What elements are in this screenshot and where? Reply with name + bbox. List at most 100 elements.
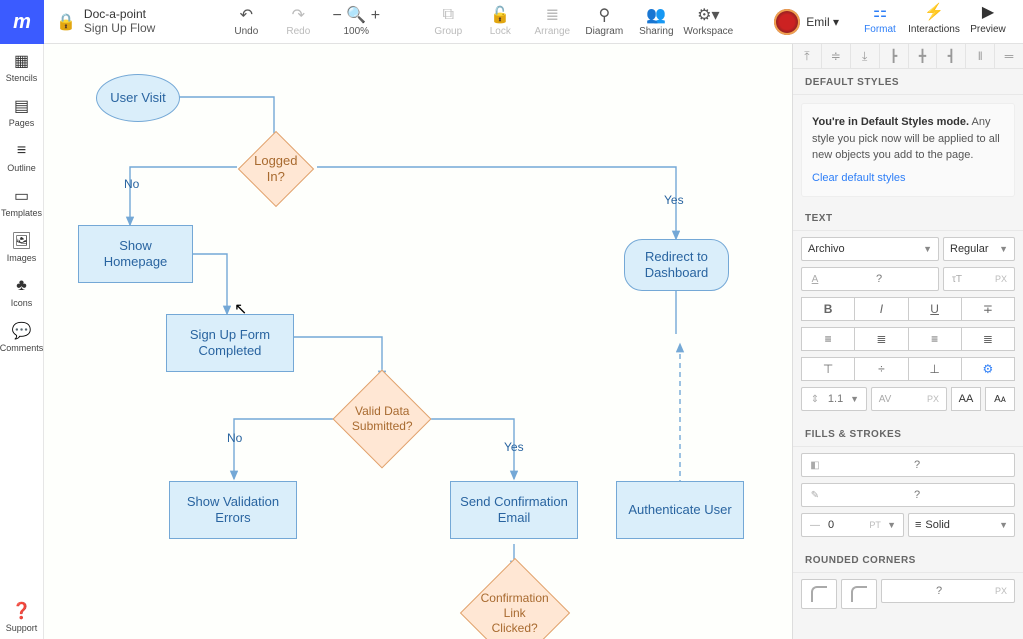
sidebar-outline[interactable]: ≡ Outline [0, 134, 43, 179]
select-value: Regular [950, 243, 989, 255]
input-value: ? [824, 489, 1010, 501]
stroke-style-select[interactable]: ≡Solid▼ [908, 513, 1015, 537]
tab-interactions[interactable]: ⚡ Interactions [907, 2, 961, 42]
select-value: Archivo [808, 243, 845, 255]
align-toolbar: ⤒ ≑ ⤓ ┣ ╋ ┫ ‖ ═ [793, 44, 1023, 69]
font-size-icon: τT [948, 274, 966, 285]
text-align-right-button[interactable]: ≡ [908, 327, 961, 351]
text-align-center-button[interactable]: ≣ [854, 327, 907, 351]
redo-icon: ↷ [292, 6, 305, 24]
group-button[interactable]: ⧉ Group [423, 2, 473, 42]
workspace-icon: ⚙▾ [697, 6, 719, 24]
letter-spacing-input[interactable]: AVPX [871, 387, 947, 411]
node-show-homepage[interactable]: Show Homepage [78, 225, 193, 283]
zoom-value: 100% [344, 26, 370, 37]
align-middle-button[interactable]: ╋ [909, 44, 938, 68]
sidebar-comments[interactable]: 💬 Comments [0, 314, 43, 359]
line-height-input[interactable]: ⇕1.1▼ [801, 387, 867, 411]
sidebar-pages[interactable]: ▤ Pages [0, 89, 43, 134]
font-family-select[interactable]: Archivo ▼ [801, 237, 939, 261]
distribute-v-button[interactable]: ═ [995, 44, 1023, 68]
italic-button[interactable]: I [854, 297, 907, 321]
stroke-width-input[interactable]: —0PT▼ [801, 513, 904, 537]
tab-preview[interactable]: ▶ Preview [961, 2, 1015, 42]
cursor-icon: ↖ [234, 299, 247, 319]
text-settings-button[interactable]: ⚙ [961, 357, 1015, 381]
chevron-down-icon: ▼ [923, 244, 932, 254]
input-value: 1.1 [824, 393, 847, 405]
distribute-h-button[interactable]: ‖ [966, 44, 995, 68]
node-sign-up-form[interactable]: Sign Up Form Completed [166, 314, 294, 372]
workspace-button[interactable]: ⚙▾ Workspace [683, 2, 733, 42]
underline-button[interactable]: U [908, 297, 961, 321]
section-fills: FILLS & STROKES [793, 421, 1023, 447]
sidebar-images[interactable]: 🖼 Images [0, 224, 43, 269]
corner-independent-button[interactable] [841, 579, 877, 609]
text-align-top-button[interactable]: ⊤ [801, 357, 854, 381]
node-logged-in[interactable]: Logged In? [238, 131, 314, 207]
unit-label: PX [992, 586, 1010, 596]
line-height-icon: ⇕ [806, 394, 824, 405]
tab-label: Format [864, 24, 896, 35]
node-confirmation-link[interactable]: Confirmation Link Clicked? [460, 558, 570, 639]
align-right-button[interactable]: ⤓ [851, 44, 880, 68]
input-value: ? [824, 273, 934, 285]
smallcaps-button[interactable]: Aᴀ [985, 387, 1015, 411]
text-color-icon: A [806, 274, 824, 285]
node-redirect[interactable]: Redirect to Dashboard [624, 239, 729, 291]
redo-button[interactable]: ↷ Redo [273, 2, 323, 42]
arrange-button[interactable]: ≣ Arrange [527, 2, 577, 42]
sharing-button[interactable]: 👥 Sharing [631, 2, 681, 42]
sidebar-stencils[interactable]: ▦ Stencils [0, 44, 43, 89]
text-align-left-button[interactable]: ≡ [801, 327, 854, 351]
undo-icon: ↶ [240, 6, 253, 24]
corner-radius-input[interactable]: ?PX [881, 579, 1015, 603]
font-weight-select[interactable]: Regular ▼ [943, 237, 1015, 261]
select-value: Solid [925, 519, 949, 531]
undo-button[interactable]: ↶ Undo [221, 2, 271, 42]
logo[interactable]: m [0, 0, 44, 44]
zoom-control[interactable]: − 🔍 + 100% [325, 2, 387, 42]
tab-label: Preview [970, 24, 1006, 35]
node-authenticate[interactable]: Authenticate User [616, 481, 744, 539]
lock-button[interactable]: 🔓 Lock [475, 2, 525, 42]
sidebar-icons[interactable]: ♣ Icons [0, 269, 43, 314]
align-center-h-button[interactable]: ≑ [822, 44, 851, 68]
sidebar-templates[interactable]: ▭ Templates [0, 179, 43, 224]
canvas[interactable]: User Visit Logged In? No Yes Show Homepa… [44, 44, 792, 639]
text-align-bottom-button[interactable]: ⊥ [908, 357, 961, 381]
strikethrough-button[interactable]: ∓ [961, 297, 1015, 321]
node-show-validation[interactable]: Show Validation Errors [169, 481, 297, 539]
diagram-button[interactable]: ⚲ Diagram [579, 2, 629, 42]
chevron-down-icon: ▼ [999, 244, 1008, 254]
bold-button[interactable]: B [801, 297, 854, 321]
fill-color-input[interactable]: ◧? [801, 453, 1015, 477]
user-menu[interactable]: Emil ▾ [774, 9, 839, 35]
font-size-input[interactable]: τTPX [943, 267, 1015, 291]
tab-label: Interactions [908, 24, 960, 35]
text-align-justify-button[interactable]: ≣ [961, 327, 1015, 351]
clear-default-styles-link[interactable]: Clear default styles [812, 170, 906, 187]
sidebar-label: Stencils [6, 73, 38, 83]
sidebar-support[interactable]: ❓ Support [0, 594, 43, 639]
node-user-visit[interactable]: User Visit [96, 74, 180, 122]
letter-spacing-icon: AV [876, 394, 894, 405]
tab-format[interactable]: ⚏ Format [853, 2, 907, 42]
stroke-color-input[interactable]: ✎? [801, 483, 1015, 507]
node-send-confirmation[interactable]: Send Confirmation Email [450, 481, 578, 539]
padlock-icon: 🔓 [490, 6, 510, 24]
text-align-middle-button[interactable]: ÷ [854, 357, 907, 381]
stencils-icon: ▦ [12, 52, 32, 70]
align-left-button[interactable]: ⤒ [793, 44, 822, 68]
text-color-input[interactable]: A? [801, 267, 939, 291]
node-valid-data[interactable]: Valid Data Submitted? [333, 370, 432, 469]
doc-info[interactable]: 🔒 Doc-a-point Sign Up Flow [52, 8, 155, 36]
corner-all-button[interactable] [801, 579, 837, 609]
align-top-button[interactable]: ┣ [880, 44, 909, 68]
align-bottom-button[interactable]: ┫ [937, 44, 966, 68]
sidebar-label: Outline [7, 163, 36, 173]
uppercase-button[interactable]: AA [951, 387, 981, 411]
avatar [774, 9, 800, 35]
arrange-icon: ≣ [546, 6, 559, 24]
section-default-styles: DEFAULT STYLES [793, 69, 1023, 95]
